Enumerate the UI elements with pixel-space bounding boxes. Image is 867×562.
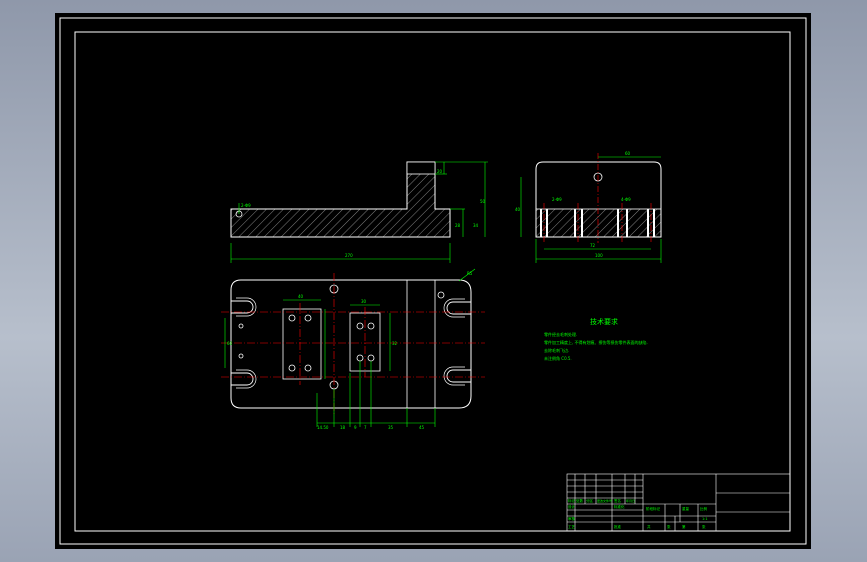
tb-label-approve: 批准 — [614, 524, 622, 529]
plan-dim-7: 7 — [364, 425, 367, 430]
tb-scale-value: 1:1 — [702, 517, 708, 521]
plan-dim-60: 60 — [227, 341, 233, 346]
requirement-4: 未注倒角 C0.5. — [544, 355, 572, 361]
tb-label-standard: 标准化 — [614, 504, 625, 509]
tb-label-date: 年月日 — [626, 498, 635, 503]
cad-drawing-canvas[interactable]: 2-Φ9 270 50 28 20 34 60 2-Φ9 4-Φ9 72 100… — [55, 13, 811, 549]
plan-view: R5 40 30 32 60 14.50 18 9 7 35 45 — [221, 268, 485, 430]
tb-label-count: 处数 — [576, 498, 584, 503]
plan-dim-30: 30 — [361, 299, 367, 304]
front-view: 2-Φ9 270 50 28 20 34 — [230, 161, 488, 263]
tb-label-process: 工艺 — [568, 524, 576, 529]
plan-dim-radius: R5 — [467, 271, 473, 276]
front-dim-slot: 20 — [437, 169, 443, 174]
tb-label-scale: 比例 — [700, 506, 708, 511]
side-dim-holes-2: 2-Φ9 — [552, 197, 562, 202]
plan-dim-35: 35 — [388, 425, 394, 430]
plan-dim-18: 18 — [340, 425, 346, 430]
front-dim-base: 34 — [473, 223, 479, 228]
side-dim-offset: 60 — [625, 151, 631, 156]
side-view: 60 2-Φ9 4-Φ9 72 100 40 — [515, 151, 662, 263]
tb-label-sheet2: 张 — [702, 524, 706, 529]
plan-dim-14-50: 14.50 — [317, 425, 329, 430]
requirement-1: 零件经去毛刺处理. — [544, 331, 577, 337]
front-dim-holes: 2-Φ9 — [241, 203, 251, 208]
plan-dim-9: 9 — [354, 425, 357, 430]
outer-border — [59, 17, 807, 545]
side-dim-width: 100 — [595, 253, 603, 258]
technical-requirements: 技术要求 零件经去毛刺处理. 零件加工精度上, 不得有划痕、擦伤等损伤零件表面的… — [544, 317, 648, 361]
requirement-3: 去除毛刺飞边. — [544, 347, 569, 353]
front-dim-height: 50 — [480, 199, 486, 204]
tb-label-change: 更改文件号 — [597, 498, 612, 503]
plan-dim-40: 40 — [298, 294, 304, 299]
requirements-title: 技术要求 — [590, 317, 618, 326]
front-dim-length: 270 — [345, 253, 353, 258]
drawing-sheet: 2-Φ9 270 50 28 20 34 60 2-Φ9 4-Φ9 72 100… — [59, 17, 807, 545]
tb-label-no: 第 — [682, 524, 686, 529]
side-dim-holes-4: 4-Φ9 — [621, 197, 631, 202]
requirement-2: 零件加工精度上, 不得有划痕、擦伤等损伤零件表面的缺陷. — [544, 339, 648, 345]
tb-label-mark: 标记 — [568, 498, 576, 503]
tb-label-weight: 重量 — [682, 506, 690, 511]
inner-border — [74, 31, 791, 532]
tb-label-stage: 阶段标记 — [646, 506, 660, 511]
plan-dim-32: 32 — [392, 341, 398, 346]
tb-label-sign: 签名 — [614, 498, 621, 503]
tb-label-review: 审核 — [568, 516, 576, 521]
title-block-text: 标记 处数 分区 更改文件号 签名 年月日 设计 标准化 阶段标记 重量 比例 … — [568, 498, 708, 529]
tb-label-total: 共 — [647, 524, 651, 529]
tb-label-design: 设计 — [568, 504, 576, 509]
tb-label-zone: 分区 — [586, 498, 594, 503]
side-dim-pitch: 72 — [590, 243, 596, 248]
side-dim-height: 40 — [515, 207, 521, 212]
plan-dim-45: 45 — [419, 425, 425, 430]
front-dim-step: 28 — [455, 223, 461, 228]
tb-label-sheet1: 张 — [667, 524, 671, 529]
